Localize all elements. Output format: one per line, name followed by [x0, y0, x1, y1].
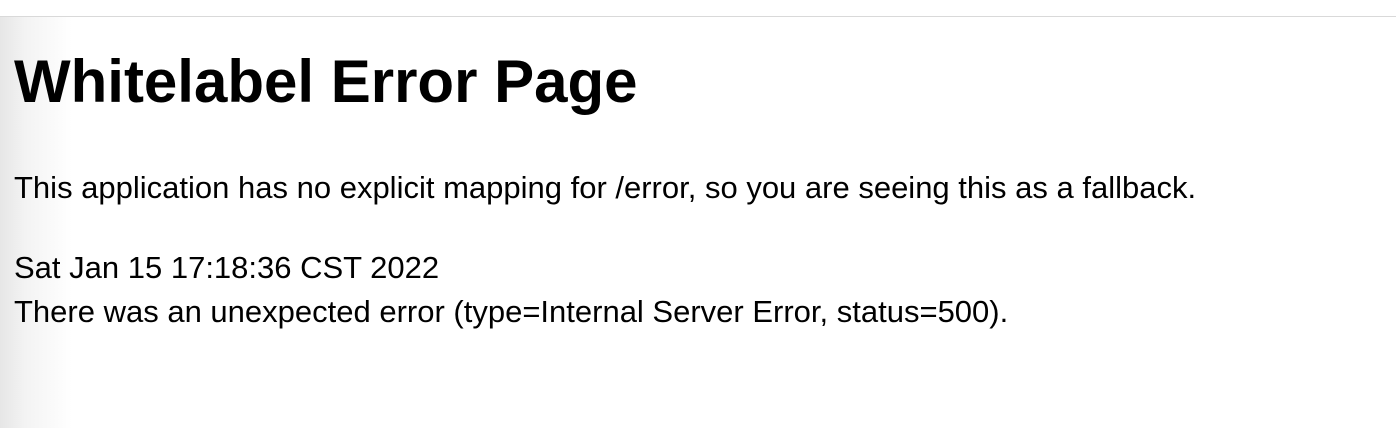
error-message: This application has no explicit mapping… [14, 170, 1197, 205]
page-title: Whitelabel Error Page [14, 48, 638, 115]
error-details: Sat Jan 15 17:18:36 CST 2022 There was a… [14, 246, 1008, 334]
error-timestamp: Sat Jan 15 17:18:36 CST 2022 [14, 250, 440, 285]
error-type-status: There was an unexpected error (type=Inte… [14, 294, 1009, 329]
browser-top-divider [0, 16, 1396, 17]
